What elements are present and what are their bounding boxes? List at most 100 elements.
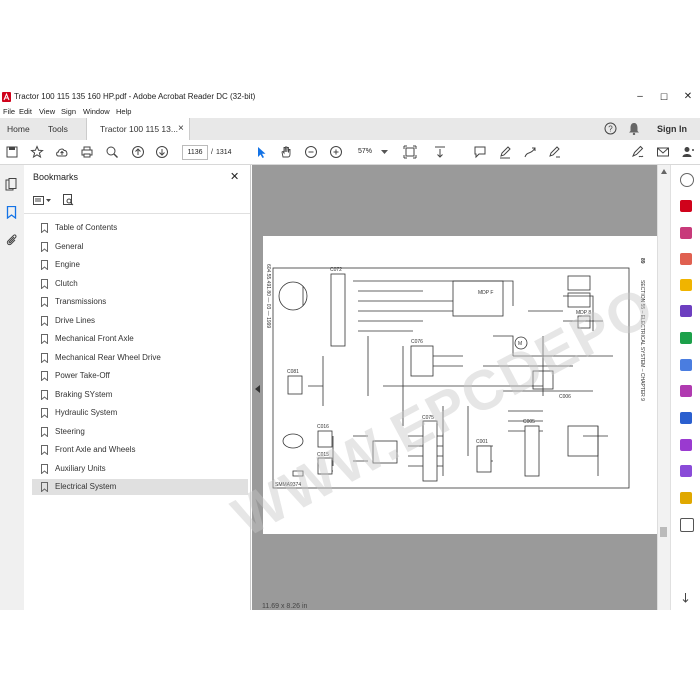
help-icon[interactable]: ? [604,122,617,135]
page-separator: / [211,149,213,156]
total-pages: 1314 [216,149,232,156]
hand-tool-icon[interactable] [279,145,293,159]
bookmark-options-icon[interactable] [33,196,44,205]
protect-icon[interactable] [680,412,692,424]
scan-ocr-icon[interactable] [680,359,692,371]
minimize-button[interactable]: – [629,90,651,104]
comment-tool-icon[interactable] [680,279,692,291]
maximize-button[interactable]: ☐ [653,90,675,104]
close-panel-icon[interactable]: ✕ [230,170,239,183]
close-window-button[interactable]: ✕ [677,90,699,104]
more-tools-icon[interactable] [680,518,694,532]
bookmark-item[interactable]: Steering [32,424,248,440]
bookmark-label: Transmissions [55,297,107,306]
menu-help[interactable]: Help [116,107,131,116]
bookmark-item[interactable]: Clutch [32,276,248,292]
fill-sign-icon[interactable] [548,145,562,159]
bookmark-item[interactable]: Table of Contents [32,220,248,236]
bookmarks-divider [24,213,250,214]
comment-icon[interactable] [473,145,487,159]
bookmark-label: Electrical System [55,482,117,491]
bookmark-label: Clutch [55,278,78,288]
draw-tool-icon[interactable] [523,145,537,159]
left-navigation-rail [0,165,25,610]
bookmark-item[interactable]: Braking SYstem [32,387,248,403]
page-thumbnails-icon[interactable] [5,178,18,191]
scroll-mode-icon[interactable] [433,145,447,159]
scroll-up-arrow-icon[interactable] [661,169,667,174]
bookmark-star-icon[interactable] [30,145,44,159]
notifications-bell-icon[interactable] [628,122,640,135]
bookmark-item[interactable]: Transmissions [32,294,248,310]
bookmark-item[interactable]: Mechanical Front Axle [32,331,248,347]
save-icon[interactable] [5,145,19,159]
bookmark-item[interactable]: Power Take-Off [32,368,248,384]
bookmark-item[interactable]: Front Axle and Wheels [32,442,248,458]
close-tab-icon[interactable]: × [178,118,184,140]
bookmark-item[interactable]: Engine [32,257,248,273]
redact-icon[interactable] [680,465,692,477]
tab-tools[interactable]: Tools [48,118,68,140]
cloud-upload-icon[interactable] [55,145,69,159]
export-pdf-icon[interactable] [680,227,692,239]
options-chevron-down-icon[interactable] [46,199,51,202]
edit-pdf-icon[interactable] [680,253,692,265]
bookmark-label: Hydraulic System [55,408,118,417]
tab-document-label: Tractor 100 115 13... [100,124,178,134]
bookmark-label: Mechanical Front Axle [55,334,134,343]
scrollbar-thumb[interactable] [660,527,667,537]
vertical-scrollbar[interactable] [657,165,670,610]
organize-pages-icon[interactable] [680,332,692,344]
share-user-icon[interactable] [681,145,695,159]
bookmark-label: General [55,241,84,251]
tab-document[interactable]: Tractor 100 115 13... × [86,118,190,140]
menu-file[interactable]: File [3,107,15,116]
bookmark-item[interactable]: Mechanical Rear Wheel Drive [32,350,248,366]
bookmark-icon [41,223,48,233]
attachments-paperclip-icon[interactable] [5,233,18,246]
combine-files-icon[interactable] [680,305,692,317]
sign-in-button[interactable]: Sign In [657,118,687,140]
menu-window[interactable]: Window [83,107,110,116]
previous-page-icon[interactable] [131,145,145,159]
bookmark-item[interactable]: Auxiliary Units [32,461,248,477]
label-mdp-f: MDP F [478,290,493,296]
label-c005: C005 [523,419,535,425]
fill-sign-tool-icon[interactable] [680,385,692,397]
label-c081: C081 [287,369,299,375]
zoom-chevron-down-icon[interactable] [381,150,388,155]
bookmark-icon [41,278,48,289]
print-icon[interactable] [80,145,94,159]
highlight-pen-icon[interactable] [498,145,512,159]
current-page-input[interactable]: 1136 [182,145,208,160]
menu-sign[interactable]: Sign [61,107,76,116]
select-cursor-icon[interactable] [254,145,268,159]
fit-page-icon[interactable] [403,145,417,159]
bookmark-icon [41,389,48,400]
send-for-signature-icon[interactable] [680,439,692,451]
tab-home[interactable]: Home [7,118,30,140]
zoom-in-icon[interactable] [329,145,343,159]
stamp-tool-icon[interactable] [680,492,692,504]
zoom-level-dropdown[interactable]: 57% [358,148,372,155]
bookmark-item[interactable]: General [32,239,248,255]
bookmarks-panel-icon[interactable] [6,206,17,219]
find-bookmark-icon[interactable] [63,194,74,206]
search-tool-icon[interactable] [680,173,694,187]
menu-edit[interactable]: Edit [19,107,32,116]
sign-document-icon[interactable] [631,145,645,159]
collapse-tools-arrow-icon[interactable] [682,593,689,603]
bookmark-item[interactable]: Drive Lines [32,313,248,329]
next-page-icon[interactable] [155,145,169,159]
bookmark-item[interactable]: Hydraulic System [32,405,248,421]
zoom-out-icon[interactable] [304,145,318,159]
zoom-search-icon[interactable] [105,145,119,159]
menu-view[interactable]: View [39,107,55,116]
email-icon[interactable] [656,145,670,159]
bookmark-label: Drive Lines [55,315,96,325]
create-pdf-icon[interactable] [680,200,692,212]
bookmark-item[interactable]: Electrical System [32,479,248,495]
collapse-panel-arrow-icon[interactable] [255,385,260,393]
bookmark-icon [41,482,48,492]
bookmark-label: Front Axle and Wheels [55,445,136,454]
